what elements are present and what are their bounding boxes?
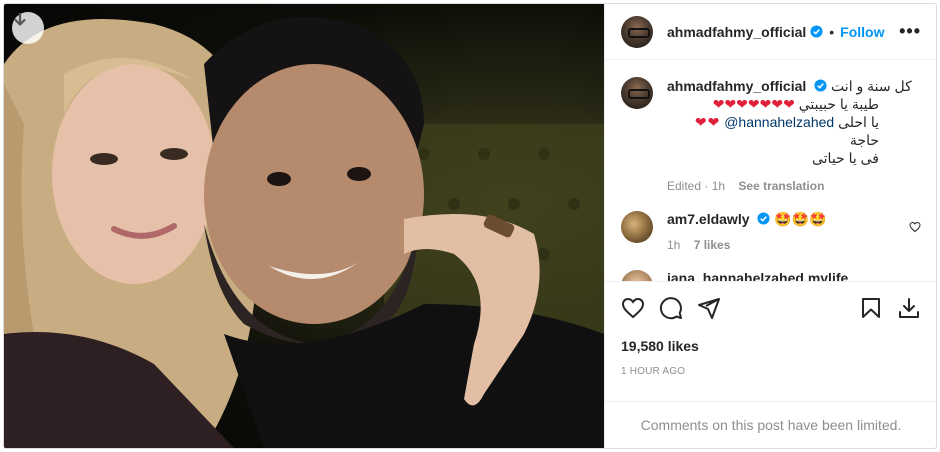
caption-hearts-1: ❤❤❤❤❤❤❤ xyxy=(712,96,795,112)
follow-button[interactable]: Follow xyxy=(840,24,884,40)
caption-line-2: طيبة يا حبيبتي xyxy=(798,96,879,112)
caption-avatar[interactable] xyxy=(621,77,653,109)
caption-edited: Edited · 1h xyxy=(667,179,726,193)
comment-item: am7.eldawly 🤩🤩🤩 1h 7 likes xyxy=(621,211,921,252)
bookmark-icon xyxy=(862,298,880,318)
caption-mention[interactable]: @hannahelzahed xyxy=(724,114,834,130)
separator-dot: • xyxy=(829,23,835,40)
commenter-username[interactable]: am7.eldawly xyxy=(667,211,750,227)
post-actions: 19,580 likes 1 HOUR AGO xyxy=(605,281,936,377)
comment-icon xyxy=(659,297,682,320)
comment-text: 🤩🤩🤩 xyxy=(774,211,827,227)
like-button[interactable] xyxy=(621,296,645,320)
save-download-button[interactable] xyxy=(897,296,921,320)
caption-hearts-2: ❤❤ xyxy=(694,114,721,130)
comment-button[interactable] xyxy=(659,296,683,320)
comments-area[interactable]: ahmadfahmy_official كل سنة و انت ❤❤❤❤❤❤❤… xyxy=(605,61,936,281)
commenter-avatar[interactable] xyxy=(621,270,653,281)
comment-heart-icon[interactable] xyxy=(909,221,921,233)
comments-limited-notice: Comments on this post have been limited. xyxy=(605,401,936,448)
commenter-avatar[interactable] xyxy=(621,211,653,243)
caption-line-1: كل سنة و انت xyxy=(831,78,912,94)
share-button[interactable] xyxy=(697,296,721,320)
share-icon xyxy=(698,298,720,319)
likes-count[interactable]: 19,580 likes xyxy=(621,338,921,354)
comment-time: 1h xyxy=(667,238,681,252)
heart-icon xyxy=(621,297,645,319)
caption-username[interactable]: ahmadfahmy_official xyxy=(667,78,806,94)
caption-meta: Edited · 1h See translation xyxy=(667,179,921,193)
caption-line-4: فى يا حياتى xyxy=(811,150,879,166)
save-download-icon xyxy=(899,298,919,318)
post-modal: ahmadfahmy_official • Follow ••• ahmadfa… xyxy=(3,3,937,449)
commenter-username[interactable]: jana_hannahelzahed.mylife xyxy=(667,270,848,281)
download-icon[interactable] xyxy=(12,12,44,44)
post-timestamp[interactable]: 1 HOUR AGO xyxy=(621,366,921,377)
photo-illustration xyxy=(4,17,604,448)
author-avatar[interactable] xyxy=(621,15,653,48)
comment-likes-button[interactable]: 7 likes xyxy=(694,238,731,252)
caption: ahmadfahmy_official كل سنة و انت ❤❤❤❤❤❤❤… xyxy=(621,77,921,193)
post-header: ahmadfahmy_official • Follow ••• xyxy=(605,4,936,60)
author-username[interactable]: ahmadfahmy_official xyxy=(667,24,806,40)
verified-icon xyxy=(814,79,827,92)
bookmark-button[interactable] xyxy=(859,296,883,320)
comment-item: jana_hannahelzahed.mylife xyxy=(621,270,921,281)
verified-icon xyxy=(757,212,770,225)
post-photo[interactable] xyxy=(4,4,604,448)
post-side-panel: ahmadfahmy_official • Follow ••• ahmadfa… xyxy=(604,4,936,448)
caption-line-3: يا احلى حاجة xyxy=(838,114,879,148)
more-options-button[interactable]: ••• xyxy=(899,21,921,42)
see-translation-button[interactable]: See translation xyxy=(738,179,824,193)
verified-icon xyxy=(810,25,823,38)
